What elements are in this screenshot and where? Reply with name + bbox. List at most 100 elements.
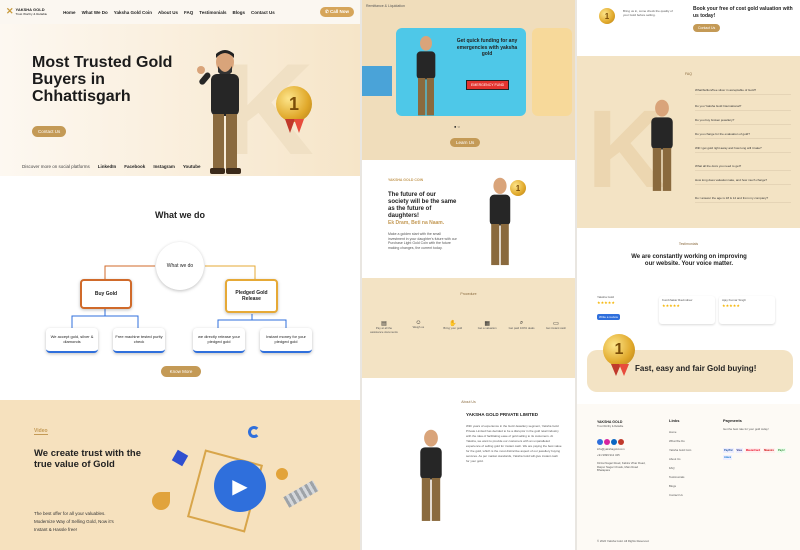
coin-subtitle: Ek Dram, Beti na Naam. bbox=[388, 220, 445, 226]
service-item-accept-gold: We accept gold, silver & diamonds bbox=[46, 328, 98, 353]
hero-section: K Most Trusted Gold Buyers in Chhattisga… bbox=[0, 24, 360, 182]
prev-slide-card[interactable] bbox=[362, 66, 392, 96]
buy-gold-node[interactable]: Buy Gold bbox=[80, 279, 132, 309]
gold-coin-section: YAKSHA GOLD COIN The future of our socie… bbox=[362, 160, 575, 278]
stars-icon: ★★★★★ bbox=[722, 302, 740, 308]
service-item-release-gold: we directly release your pledged gold bbox=[193, 328, 245, 353]
blue-arc-decoration bbox=[248, 426, 260, 438]
nav-link-about[interactable]: About Us bbox=[158, 10, 178, 15]
footer-link[interactable]: About Us bbox=[669, 455, 691, 464]
video-title: We create trust with the true value of G… bbox=[34, 448, 141, 470]
coin-tag: YAKSHA GOLD COIN bbox=[388, 178, 424, 182]
social-linkedin-link[interactable]: LinkedIn bbox=[98, 164, 117, 169]
faq-item[interactable]: Do I answer the age is 18 & 14 and from … bbox=[695, 196, 791, 203]
stars-icon: ★★★★★ bbox=[662, 302, 680, 308]
faq-section: FAQ K What/bullion/free silver in accept… bbox=[577, 56, 800, 228]
banner-ribbon-right bbox=[619, 364, 629, 376]
footer-tagline: Trust Worthy & Reliable bbox=[597, 425, 624, 428]
step-label: Get paid 100% deals bbox=[508, 326, 535, 330]
nav-link-gold-coin[interactable]: Yaksha Gold Coin bbox=[114, 10, 152, 15]
faq-item[interactable]: What/bullion/free silver in acceptable o… bbox=[695, 88, 791, 95]
footer-brand: YAKSHA GOLD bbox=[597, 420, 623, 424]
brand-logo[interactable]: ✕ YAKSHA GOLD Trust Worthy & Reliable bbox=[6, 6, 48, 17]
coin-title: The future of our society will be the sa… bbox=[388, 192, 457, 219]
nav-link-contact[interactable]: Contact Us bbox=[251, 10, 275, 15]
step-documents: ▤ Pay at all the assistance documents bbox=[370, 320, 398, 334]
review-card[interactable]: Kumbhakar Ravindrew ★★★★★ bbox=[659, 296, 715, 324]
faq-item[interactable]: Do you charge for the evaluation of gold… bbox=[695, 132, 791, 139]
youtube-icon[interactable] bbox=[618, 439, 624, 445]
call-now-label: Call Now bbox=[329, 9, 349, 14]
next-slide-card[interactable] bbox=[532, 28, 572, 116]
about-tag: About Us bbox=[461, 400, 476, 404]
procedure-tag: Procedure bbox=[460, 292, 477, 296]
footer: YAKSHA GOLD Trust Worthy & Reliable info… bbox=[577, 404, 800, 550]
footer-link[interactable]: Blogs bbox=[669, 482, 691, 491]
footer-link[interactable]: FAQ bbox=[669, 464, 691, 473]
copyright: © 2022 Yaksha Gold. All Rights Reserved. bbox=[597, 539, 650, 543]
call-now-button[interactable]: ✆ Call Now bbox=[319, 7, 354, 17]
faq-item[interactable]: What all the docs you need to get? bbox=[695, 164, 791, 171]
spring-decoration bbox=[283, 480, 319, 508]
promo-contact-button[interactable]: Contact Us bbox=[693, 24, 721, 32]
step-bring-gold: ✋ Bring your gold bbox=[439, 320, 467, 334]
footer-link[interactable]: Testimonials bbox=[669, 473, 691, 482]
slider-dots[interactable]: ● ○ bbox=[454, 124, 460, 129]
top-nav: ✕ YAKSHA GOLD Trust Worthy & Reliable Hom… bbox=[0, 0, 360, 24]
stars-icon: ★★★★★ bbox=[597, 299, 615, 305]
faq-item[interactable]: How long does valuation take, and how mu… bbox=[695, 178, 791, 185]
promo-medal-icon: 1 bbox=[599, 8, 615, 24]
faq-item[interactable]: Do you Yaksha Gold International? bbox=[695, 104, 791, 111]
faq-item[interactable]: Will I get gold right away and how long … bbox=[695, 146, 791, 153]
pledged-gold-node[interactable]: Pledged Gold Release bbox=[225, 279, 278, 313]
footer-phone[interactable]: +91 9999 912 345 bbox=[597, 453, 661, 458]
faq-item[interactable]: Do you buy broken jewellery? bbox=[695, 118, 791, 125]
facebook-icon[interactable] bbox=[597, 439, 603, 445]
nav-link-what-we-do[interactable]: What We Do bbox=[82, 10, 108, 15]
step-valuation: ▦ Get a valuation bbox=[473, 320, 501, 334]
faq-tag: FAQ bbox=[684, 72, 692, 76]
step-paid: ⌕ Get paid 100% deals bbox=[508, 320, 536, 334]
step-label: Get instant cash bbox=[545, 326, 567, 330]
play-video-icon[interactable]: ▶ bbox=[214, 460, 266, 512]
video-section: Video We create trust with the true valu… bbox=[0, 400, 360, 550]
footer-link[interactable]: Home bbox=[669, 428, 691, 437]
write-review-button[interactable]: Write a review bbox=[597, 313, 620, 320]
nav-link-blogs[interactable]: Blogs bbox=[232, 10, 245, 15]
step-label: Bring your gold bbox=[443, 326, 463, 330]
social-facebook-link[interactable]: Facebook bbox=[124, 164, 145, 169]
footer-links: Home What We Do Yaksha Gold Coin About U… bbox=[669, 428, 691, 500]
payu-icon: PayU bbox=[777, 448, 786, 453]
nav-link-home[interactable]: Home bbox=[63, 10, 76, 15]
linkedin-icon[interactable] bbox=[611, 439, 617, 445]
what-we-do-section: What we do What we do Buy Gold Pledged G… bbox=[0, 176, 360, 398]
nav-link-faq[interactable]: FAQ bbox=[184, 10, 193, 15]
learn-us-button[interactable]: Learn Us bbox=[450, 138, 481, 147]
payment-methods: PayPal Visa MasterCard Maestro PayU Amex bbox=[723, 448, 789, 460]
social-instagram-link[interactable]: Instagram bbox=[153, 164, 175, 169]
instagram-icon[interactable] bbox=[604, 439, 610, 445]
faq-man-illustration bbox=[651, 99, 673, 191]
footer-link[interactable]: Yaksha Gold Coin bbox=[669, 446, 691, 455]
what-we-do-center-node: What we do bbox=[156, 242, 204, 290]
step-label: Pay at all the assistance documents bbox=[370, 326, 398, 334]
hero-contact-button[interactable]: Contact Us bbox=[32, 126, 67, 137]
coin-medal-icon: 1 bbox=[510, 180, 526, 196]
know-more-button[interactable]: Know More bbox=[161, 366, 201, 377]
step-label: Weigh us bbox=[412, 325, 425, 329]
brand-tagline: Trust Worthy & Reliable bbox=[15, 11, 48, 16]
video-body: The best offer for all your valuables. M… bbox=[34, 511, 114, 532]
maestro-icon: Maestro bbox=[763, 448, 776, 453]
about-body: With years of experience in the Gold Jew… bbox=[466, 424, 562, 463]
footer-email[interactable]: info@yakshagold.com bbox=[597, 447, 661, 452]
step-weigh: ☺ Weigh us bbox=[404, 320, 432, 334]
medal-icon: 1 bbox=[276, 86, 312, 122]
promo-text: Bring us in, come check the quality of y… bbox=[623, 9, 673, 17]
info-page-column: 1 Bring us in, come check the quality of… bbox=[577, 0, 800, 550]
service-item-purity-check: Free machine tested purity check bbox=[113, 328, 165, 353]
amex-icon: Amex bbox=[723, 455, 733, 460]
footer-link[interactable]: Contact Us bbox=[669, 491, 691, 500]
nav-link-testimonials[interactable]: Testimonials bbox=[199, 10, 226, 15]
review-card[interactable]: Ajay Kumar Singh ★★★★★ bbox=[719, 296, 775, 324]
footer-link[interactable]: What We Do bbox=[669, 437, 691, 446]
